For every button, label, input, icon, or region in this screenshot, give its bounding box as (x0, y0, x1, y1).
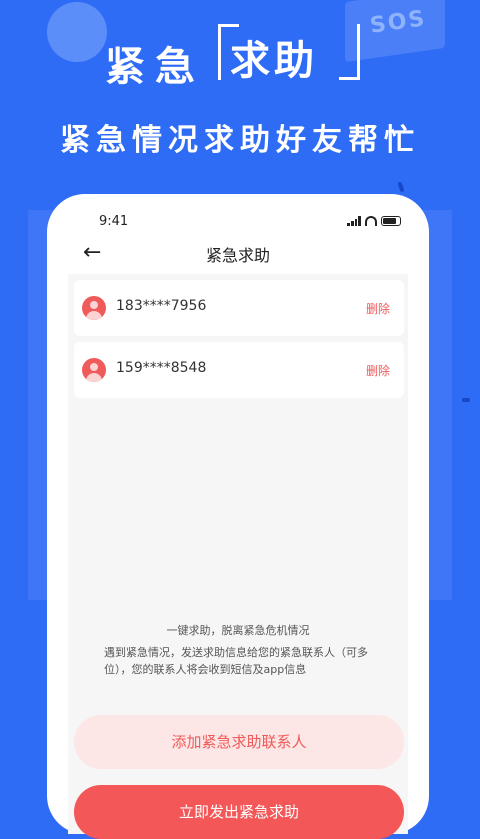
status-time: 9:41 (99, 214, 129, 229)
signal-icon (347, 216, 361, 226)
page-title: 紧急求助 (205, 246, 270, 265)
add-contact-button[interactable]: 添加紧急求助联系人 (74, 715, 404, 769)
hint-title: 一键求助，脱离紧急危机情况 (166, 624, 310, 637)
hint-description: 遇到紧急情况，发送求助信息给您的紧急联系人（可多位），您的联系人将会收到短信及a… (104, 646, 368, 676)
contact-phone: 183****7956 (116, 298, 207, 314)
status-icons (347, 216, 401, 226)
phone-frame: 9:41 ← 紧急求助 183****7956 删除 159****8548 删… (47, 194, 429, 839)
banner-subtitle: 紧急情况求助好友帮忙 (60, 123, 420, 158)
contact-item: 183****7956 删除 (74, 280, 404, 336)
contact-item: 159****8548 删除 (74, 342, 404, 398)
delete-contact-button[interactable]: 删除 (366, 362, 390, 379)
contact-phone: 159****8548 (116, 360, 207, 376)
banner-title-part1: 紧急 (105, 44, 205, 90)
decor-circle (47, 2, 107, 62)
battery-icon (381, 216, 401, 226)
content-area: 183****7956 删除 159****8548 删除 一键求助，脱离紧急危… (68, 274, 408, 839)
wifi-icon (365, 216, 377, 226)
avatar-icon (82, 296, 106, 320)
decor-dash (462, 398, 470, 402)
avatar-icon (82, 358, 106, 382)
decor-dash (397, 181, 405, 193)
send-sos-button[interactable]: 立即发出紧急求助 (74, 785, 404, 839)
delete-contact-button[interactable]: 删除 (366, 300, 390, 317)
banner-title-part2: 求助 (230, 38, 318, 84)
